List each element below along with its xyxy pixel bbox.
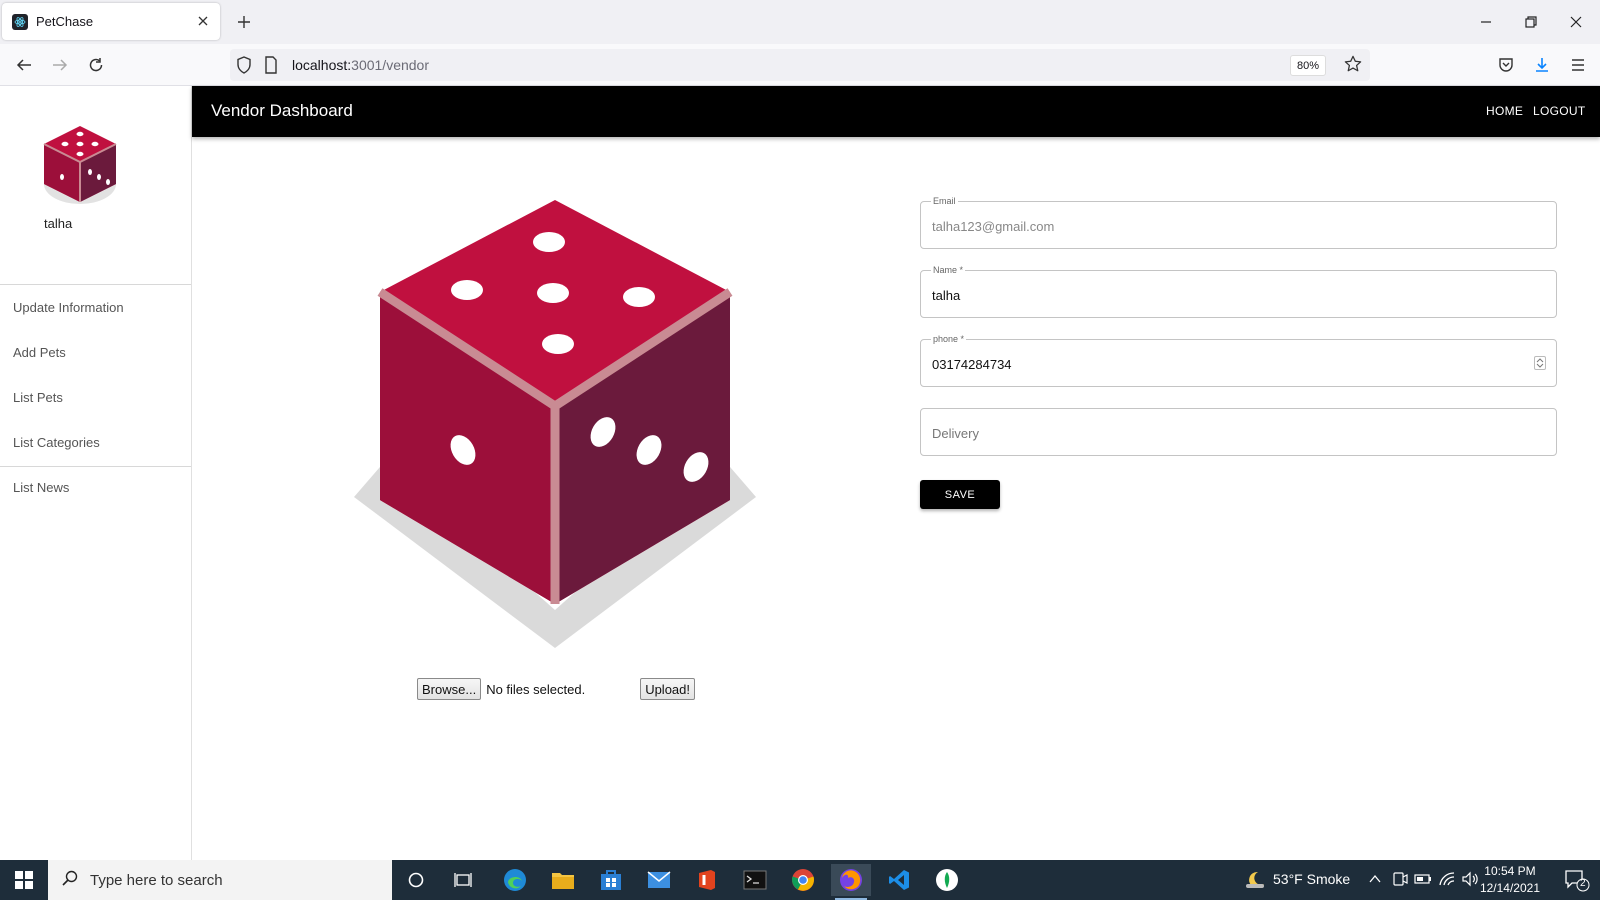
edge-browser-icon[interactable] (495, 864, 535, 896)
search-placeholder: Type here to search (90, 871, 223, 889)
profile-image-dice (354, 200, 756, 648)
volume-icon[interactable] (1461, 871, 1479, 892)
wifi-icon[interactable] (1438, 871, 1456, 892)
weather-text[interactable]: 53°F Smoke (1273, 871, 1350, 887)
show-hidden-icons-chevron-icon[interactable] (1368, 872, 1382, 891)
sidebar-item-list-pets[interactable]: List Pets (13, 390, 63, 405)
email-label: Email (931, 196, 958, 206)
sidebar-item-add-pets[interactable]: Add Pets (13, 345, 66, 360)
number-stepper-icon[interactable] (1534, 356, 1546, 370)
restore-icon[interactable] (1519, 10, 1543, 34)
email-field[interactable]: Email talha123@gmail.com (920, 196, 1557, 249)
pocket-icon[interactable] (1494, 53, 1518, 77)
page-content: talha Update Information Add Pets List P… (0, 86, 1600, 860)
sidebar-username: talha (44, 216, 73, 231)
phone-field[interactable]: phone * 03174284734 (920, 334, 1557, 387)
name-value: talha (932, 288, 961, 303)
sidebar-divider (0, 284, 191, 285)
sidebar: talha Update Information Add Pets List P… (0, 86, 192, 860)
forward-arrow-icon[interactable] (48, 53, 72, 77)
bookmark-star-icon[interactable] (1344, 55, 1362, 78)
close-window-icon[interactable] (1564, 10, 1588, 34)
sidebar-item-list-categories[interactable]: List Categories (13, 435, 100, 450)
windows-start-icon[interactable] (0, 860, 48, 900)
zoom-level-badge[interactable]: 80% (1289, 55, 1326, 76)
tracking-protection-shield-icon[interactable] (236, 56, 252, 79)
url-text[interactable]: localhost:3001/vendor (292, 57, 429, 73)
terminal-icon[interactable] (735, 864, 775, 896)
url-path: 3001/vendor (351, 57, 429, 73)
task-view-icon[interactable] (443, 864, 483, 896)
cortana-icon[interactable] (396, 864, 436, 896)
browser-tab-strip: PetChase (0, 0, 1600, 44)
browse-file-button[interactable]: Browse... (417, 678, 482, 700)
address-bar[interactable]: localhost:3001/vendor 80% (230, 49, 1370, 81)
mongodb-compass-icon[interactable] (927, 864, 967, 896)
sidebar-divider (0, 466, 191, 467)
clock-time: 10:54 PM (1484, 864, 1536, 878)
downloads-icon[interactable] (1530, 53, 1554, 77)
search-icon (62, 870, 78, 891)
reload-icon[interactable] (84, 53, 108, 77)
file-explorer-icon[interactable] (543, 864, 583, 896)
name-label: Name * (931, 265, 966, 275)
file-status-text: No files selected. (486, 681, 586, 697)
delivery-placeholder: Delivery (932, 426, 979, 441)
home-link[interactable]: HOME (1486, 104, 1523, 118)
page-title: Vendor Dashboard (211, 101, 353, 120)
phone-label: phone * (931, 334, 967, 344)
notification-count: 2 (1580, 878, 1586, 889)
save-button[interactable]: SAVE (920, 480, 1000, 509)
upload-button[interactable]: Upload! (640, 678, 695, 700)
close-tab-icon[interactable] (194, 12, 212, 30)
back-arrow-icon[interactable] (12, 53, 36, 77)
microsoft-store-icon[interactable] (591, 864, 631, 896)
minimize-icon[interactable] (1474, 10, 1498, 34)
react-favicon-icon (12, 13, 28, 30)
menu-hamburger-icon[interactable] (1566, 53, 1590, 77)
phone-value: 03174284734 (932, 357, 1012, 372)
chrome-icon[interactable] (783, 864, 823, 896)
page-info-icon[interactable] (264, 56, 278, 79)
app-header: Vendor Dashboard HOME LOGOUT (192, 86, 1600, 137)
avatar-dice-icon (43, 126, 117, 204)
logout-link[interactable]: LOGOUT (1533, 104, 1585, 118)
tab-title: PetChase (36, 14, 94, 29)
notification-center-icon[interactable]: 2 (1564, 868, 1590, 892)
battery-icon[interactable] (1414, 871, 1432, 892)
taskbar-clock[interactable]: 10:54 PM 12/14/2021 (1480, 863, 1540, 897)
name-field[interactable]: Name * talha (920, 265, 1557, 318)
browser-navigation-bar: localhost:3001/vendor 80% (0, 44, 1600, 86)
sidebar-item-update-information[interactable]: Update Information (13, 300, 124, 315)
clock-date: 12/14/2021 (1479, 881, 1540, 895)
firefox-icon[interactable] (831, 864, 871, 900)
new-tab-icon[interactable] (234, 12, 254, 32)
url-host: localhost: (292, 57, 352, 73)
mail-icon[interactable] (639, 864, 679, 896)
upload-row: Browse... No files selected. Upload! (417, 678, 695, 700)
email-value: talha123@gmail.com (932, 219, 1055, 234)
sidebar-item-list-news[interactable]: List News (13, 480, 69, 495)
taskbar-search-box[interactable]: Type here to search (48, 860, 392, 900)
windows-taskbar: Type here to search 53°F Smoke 10:54 PM … (0, 860, 1600, 900)
delivery-field[interactable]: Delivery (920, 408, 1557, 456)
vscode-icon[interactable] (879, 864, 919, 896)
meet-now-icon[interactable] (1392, 871, 1408, 892)
weather-moon-icon[interactable] (1244, 870, 1266, 895)
office-icon[interactable] (687, 864, 727, 896)
browser-tab[interactable]: PetChase (2, 3, 220, 40)
